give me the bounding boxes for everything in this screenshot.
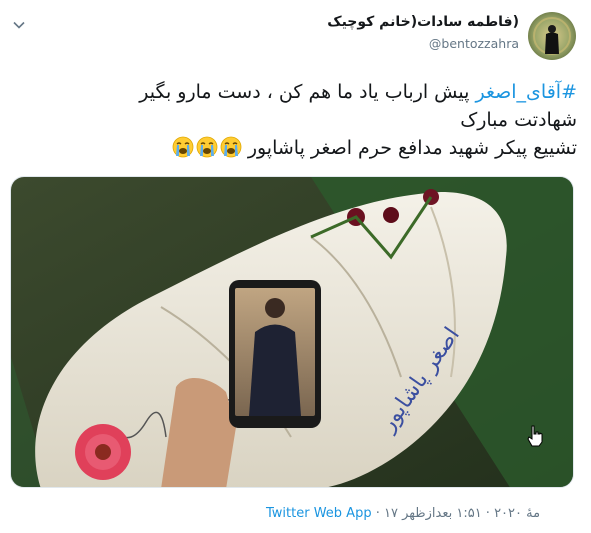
loudly-crying-face-icon xyxy=(196,136,218,158)
tweet-line-1: #آقای_اصغر پیش ارباب یاد ما هم کن ، دست … xyxy=(17,78,577,106)
tweet-line-3: تشییع پیکر شهید مدافع حرم اصغر پاشاپور xyxy=(17,134,577,162)
footer-separator: · xyxy=(371,506,384,521)
tweet-footer: Twitter Web App · ۱۷ مهٔ ۲۰۲۰ · ۱:۵۱ بعد… xyxy=(266,506,540,521)
tweet-line-3-text: تشییع پیکر شهید مدافع حرم اصغر پاشاپور xyxy=(247,137,577,159)
avatar[interactable] xyxy=(528,12,576,60)
hand-cursor-icon xyxy=(527,425,543,447)
emoji-row xyxy=(170,136,242,159)
tweet-line-2: شهادتت مبارک xyxy=(460,109,577,131)
tweet-media-photo[interactable]: اصغر پاشاپور xyxy=(10,176,574,488)
author-handle[interactable]: @bentozzahra xyxy=(429,36,519,51)
tweet-source-link[interactable]: Twitter Web App xyxy=(266,506,372,521)
loudly-crying-face-icon xyxy=(172,136,194,158)
loudly-crying-face-icon xyxy=(220,136,242,158)
chevron-down-icon[interactable] xyxy=(12,18,26,32)
tweet-card: (فاطمه سادات(خانم کوچیک @bentozzahra #آق… xyxy=(0,0,591,533)
tweet-time[interactable]: ۱:۵۱ بعدازظهر xyxy=(402,506,482,521)
author-display-name[interactable]: (فاطمه سادات(خانم کوچیک xyxy=(327,14,519,30)
tweet-text: #آقای_اصغر پیش ارباب یاد ما هم کن ، دست … xyxy=(17,78,577,162)
footer-separator-2: · xyxy=(481,506,495,521)
tweet-line-1-text: پیش ارباب یاد ما هم کن ، دست مارو بگیر xyxy=(139,81,476,103)
hashtag-link[interactable]: #آقای_اصغر xyxy=(475,81,577,103)
